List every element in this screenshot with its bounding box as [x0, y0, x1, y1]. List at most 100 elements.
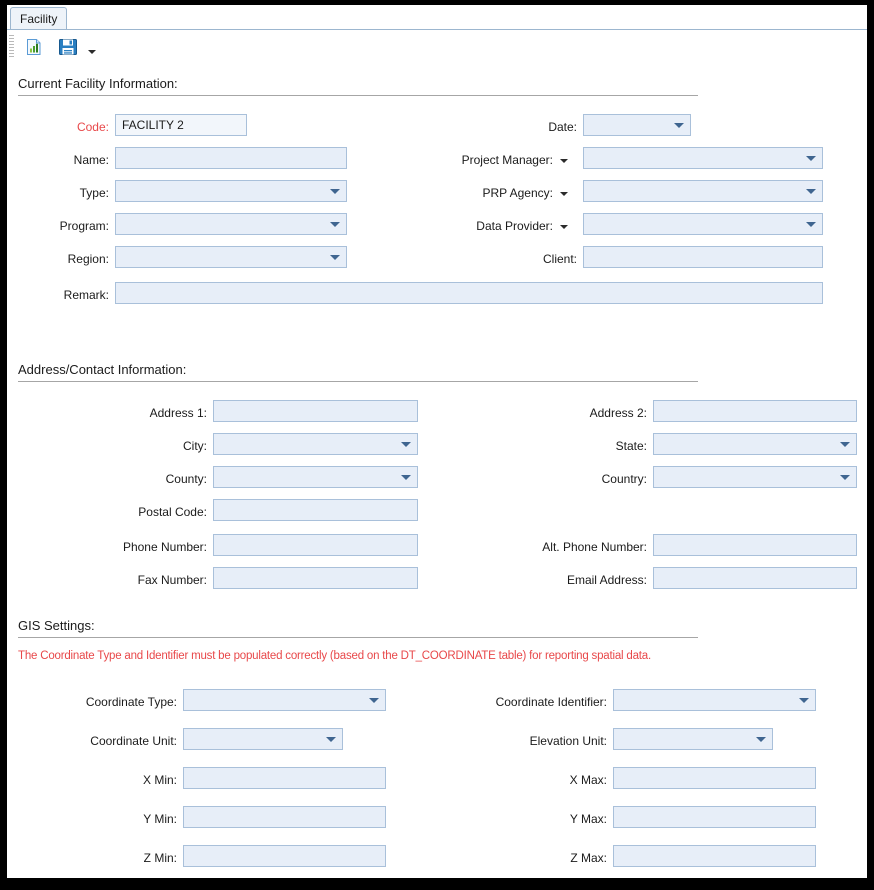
chevron-down-icon: [799, 698, 809, 703]
section-rule-gis-settings: [18, 637, 698, 638]
label-region: Region:: [67, 252, 109, 266]
label-name: Name:: [73, 153, 109, 167]
input-email-address[interactable]: [653, 567, 857, 589]
label-address2: Address 2:: [589, 406, 647, 420]
label-client: Client:: [542, 252, 577, 266]
dropdown-county[interactable]: [213, 466, 418, 488]
section-title-gis-settings: GIS Settings:: [18, 618, 95, 633]
label-county: County:: [165, 472, 207, 486]
chevron-down-icon: [806, 189, 816, 194]
tab-strip-baseline: [7, 29, 867, 30]
input-name[interactable]: [115, 147, 347, 169]
label-state: State:: [615, 439, 647, 453]
section-title-current-facility: Current Facility Information:: [18, 76, 178, 91]
dropdown-country[interactable]: [653, 466, 857, 488]
chevron-down-icon: [806, 222, 816, 227]
input-address1[interactable]: [213, 400, 418, 422]
input-x-min[interactable]: [183, 767, 386, 789]
input-x-max[interactable]: [613, 767, 816, 789]
label-coordinate-type: Coordinate Type:: [85, 695, 177, 709]
input-remark[interactable]: [115, 282, 823, 304]
facility-window: Facility Current Facility Information: C…: [7, 5, 867, 878]
chevron-down-glyph: [88, 50, 96, 54]
dropdown-prp-agency[interactable]: [583, 180, 823, 202]
label-x-min: X Min:: [142, 773, 177, 787]
chevron-down-icon: [756, 737, 766, 742]
chevron-down-icon: [401, 442, 411, 447]
toolbar-grip[interactable]: [9, 35, 14, 59]
input-z-max[interactable]: [613, 845, 816, 867]
label-type: Type:: [79, 186, 109, 200]
chevron-down-icon[interactable]: [87, 47, 97, 57]
chevron-down-icon: [330, 189, 340, 194]
label-fax-number: Fax Number:: [137, 573, 207, 587]
input-code[interactable]: FACILITY 2: [115, 114, 247, 136]
label-coordinate-identifier: Coordinate Identifier:: [495, 695, 607, 709]
input-z-min[interactable]: [183, 845, 386, 867]
input-phone-number[interactable]: [213, 534, 418, 556]
save-floppy-icon[interactable]: [55, 34, 81, 60]
label-program: Program:: [59, 219, 109, 233]
label-email-address: Email Address:: [566, 573, 647, 587]
input-y-max[interactable]: [613, 806, 816, 828]
dropdown-elevation-unit[interactable]: [613, 728, 773, 750]
label-z-min: Z Min:: [143, 851, 177, 865]
chevron-down-icon[interactable]: [560, 192, 568, 196]
dropdown-coordinate-identifier[interactable]: [613, 689, 816, 711]
chevron-down-icon[interactable]: [560, 225, 568, 229]
label-prp-agency: PRP Agency:: [482, 186, 554, 200]
label-x-max: X Max:: [569, 773, 607, 787]
input-address2[interactable]: [653, 400, 857, 422]
chevron-down-icon: [806, 156, 816, 161]
label-country: Country:: [601, 472, 647, 486]
label-city: City:: [183, 439, 207, 453]
label-y-max: Y Max:: [569, 812, 607, 826]
label-alt-phone-number: Alt. Phone Number:: [542, 540, 647, 554]
dropdown-region[interactable]: [115, 246, 347, 268]
input-client[interactable]: [583, 246, 823, 268]
chevron-down-icon[interactable]: [560, 159, 568, 163]
section-rule-address-contact: [18, 381, 698, 382]
label-remark: Remark:: [63, 288, 109, 302]
label-coordinate-unit: Coordinate Unit:: [90, 734, 177, 748]
toolbar: [7, 31, 867, 63]
dropdown-project-manager[interactable]: [583, 147, 823, 169]
label-project-manager: Project Manager:: [461, 153, 553, 167]
dropdown-state[interactable]: [653, 433, 857, 455]
dropdown-coordinate-type[interactable]: [183, 689, 386, 711]
label-date: Date:: [548, 120, 577, 134]
gis-warning-text: The Coordinate Type and Identifier must …: [18, 650, 651, 662]
chevron-down-icon: [840, 475, 850, 480]
input-code-value: FACILITY 2: [122, 118, 184, 132]
chevron-down-icon: [330, 255, 340, 260]
dropdown-coordinate-unit[interactable]: [183, 728, 343, 750]
dropdown-type[interactable]: [115, 180, 347, 202]
dropdown-city[interactable]: [213, 433, 418, 455]
label-y-min: Y Min:: [143, 812, 177, 826]
dropdown-data-provider[interactable]: [583, 213, 823, 235]
tab-strip: Facility: [7, 5, 867, 30]
section-title-address-contact: Address/Contact Information:: [18, 362, 187, 377]
input-y-min[interactable]: [183, 806, 386, 828]
report-chart-icon[interactable]: [21, 34, 47, 60]
label-phone-number: Phone Number:: [122, 540, 207, 554]
chevron-down-icon: [330, 222, 340, 227]
label-code: Code:: [76, 120, 109, 134]
dropdown-program[interactable]: [115, 213, 347, 235]
chevron-down-icon: [674, 123, 684, 128]
input-postal-code[interactable]: [213, 499, 418, 521]
chevron-down-icon: [326, 737, 336, 742]
chevron-down-icon: [840, 442, 850, 447]
section-rule-current-facility: [18, 95, 698, 96]
chevron-down-icon: [401, 475, 411, 480]
label-z-max: Z Max:: [570, 851, 607, 865]
label-postal-code: Postal Code:: [138, 505, 207, 519]
dropdown-date[interactable]: [583, 114, 691, 136]
label-elevation-unit: Elevation Unit:: [529, 734, 607, 748]
input-alt-phone-number[interactable]: [653, 534, 857, 556]
label-data-provider: Data Provider:: [476, 219, 553, 233]
input-fax-number[interactable]: [213, 567, 418, 589]
tab-facility[interactable]: Facility: [10, 7, 68, 29]
label-address1: Address 1:: [149, 406, 207, 420]
chevron-down-icon: [369, 698, 379, 703]
